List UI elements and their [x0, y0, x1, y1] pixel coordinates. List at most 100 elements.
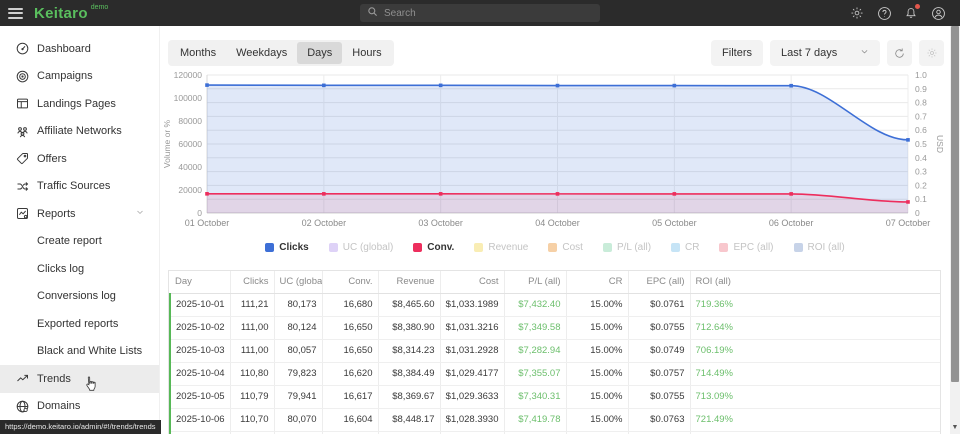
table-cell: 2025-10-03: [170, 339, 230, 362]
svg-text:100000: 100000: [174, 93, 203, 103]
sidebar-item-clicks-log[interactable]: Clicks log: [0, 255, 159, 283]
sidebar-item-label: Offers: [37, 153, 67, 165]
sidebar-item-create-report[interactable]: Create report: [0, 228, 159, 256]
sidebar-item-black-and-white-lists[interactable]: Black and White Lists: [0, 338, 159, 366]
table-cell: 110,70: [230, 408, 274, 431]
column-header-roi-all[interactable]: ROI (all): [690, 271, 940, 293]
sidebar-item-dashboard[interactable]: Dashboard: [0, 35, 159, 63]
table-row[interactable]: 2025-10-03111,0080,05716,650$8,314.23$1,…: [170, 339, 940, 362]
tab-weekdays[interactable]: Weekdays: [226, 42, 297, 64]
search-icon: [367, 4, 378, 22]
column-header-conv[interactable]: Conv.: [322, 271, 378, 293]
legend-label: P/L (all): [617, 242, 651, 253]
tab-hours[interactable]: Hours: [342, 42, 391, 64]
sidebar-item-offers[interactable]: Offers: [0, 145, 159, 173]
page-scrollbar[interactable]: ▼: [950, 26, 960, 434]
sidebar-item-campaigns[interactable]: Campaigns: [0, 63, 159, 91]
table-row[interactable]: 2025-10-04110,8079,82316,620$8,384.49$1,…: [170, 362, 940, 385]
svg-text:120000: 120000: [174, 72, 203, 80]
svg-text:60000: 60000: [178, 139, 202, 149]
table-cell: $0.0757: [628, 362, 690, 385]
sidebar-item-label: Dashboard: [37, 43, 91, 55]
legend-item-cr[interactable]: CR: [671, 242, 699, 253]
legend-item-uc-global[interactable]: UC (global): [329, 242, 394, 253]
legend-item-p-l-all[interactable]: P/L (all): [603, 242, 651, 253]
column-header-p-l-all[interactable]: P/L (all): [504, 271, 566, 293]
column-header-cr[interactable]: CR: [566, 271, 628, 293]
table-cell: $7,282.94: [504, 339, 566, 362]
user-profile-icon[interactable]: [930, 5, 946, 21]
column-header-revenue[interactable]: Revenue: [378, 271, 440, 293]
table-cell: $8,448.17: [378, 408, 440, 431]
search-input[interactable]: [384, 8, 584, 19]
trends-chart[interactable]: 00.10.20.30.40.50.60.70.80.91.001 Octobe…: [160, 72, 950, 234]
legend-item-roi-all[interactable]: ROI (all): [794, 242, 845, 253]
sidebar-item-exported-reports[interactable]: Exported reports: [0, 310, 159, 338]
legend-item-cost[interactable]: Cost: [548, 242, 583, 253]
sidebar-item-label: Trends: [37, 373, 71, 385]
affiliate-icon: [14, 123, 30, 139]
legend-label: EPC (all): [733, 242, 773, 253]
legend-item-revenue[interactable]: Revenue: [474, 242, 528, 253]
sidebar: Dashboard CampaignsLandings PagesAffiliat…: [0, 26, 160, 434]
scrollbar-down-arrow[interactable]: ▼: [950, 423, 960, 433]
column-header-uc-global[interactable]: UC (global): [274, 271, 322, 293]
table-cell: 2025-10-05: [170, 385, 230, 408]
svg-text:04 October: 04 October: [535, 218, 580, 228]
svg-text:0: 0: [915, 208, 920, 218]
app-logo: Keitaro: [34, 5, 88, 22]
table-cell: 706.19%: [690, 339, 940, 362]
sidebar-item-label: Reports: [37, 208, 76, 220]
table-cell: $0.0755: [628, 385, 690, 408]
table-cell: $8,380.90: [378, 316, 440, 339]
notifications-bell-icon[interactable]: [903, 5, 919, 21]
sidebar-item-traffic-sources[interactable]: Traffic Sources: [0, 173, 159, 201]
help-icon[interactable]: [876, 5, 892, 21]
table-cell: 80,070: [274, 408, 322, 431]
sidebar-item-reports[interactable]: Reports: [0, 200, 159, 228]
chart-settings-gear-icon[interactable]: [919, 40, 944, 66]
table-cell: $0.0763: [628, 408, 690, 431]
sidebar-item-label: Conversions log: [37, 290, 116, 302]
legend-label: Cost: [562, 242, 583, 253]
global-search[interactable]: [360, 4, 600, 22]
svg-text:0.7: 0.7: [915, 111, 927, 121]
legend-item-clicks[interactable]: Clicks: [265, 242, 308, 253]
tab-days[interactable]: Days: [297, 42, 342, 64]
column-header-day[interactable]: Day: [170, 271, 230, 293]
sidebar-item-domains[interactable]: Domains: [0, 393, 159, 421]
legend-item-epc-all[interactable]: EPC (all): [719, 242, 773, 253]
legend-swatch: [603, 243, 612, 252]
table-cell: 111,00: [230, 339, 274, 362]
refresh-button[interactable]: [887, 40, 912, 66]
date-range-select[interactable]: Last 7 days: [770, 40, 880, 66]
legend-swatch: [671, 243, 680, 252]
table-cell: $7,419.78: [504, 408, 566, 431]
scrollbar-thumb[interactable]: [951, 26, 959, 382]
column-header-cost[interactable]: Cost: [440, 271, 504, 293]
legend-label: Revenue: [488, 242, 528, 253]
svg-text:USD: USD: [935, 135, 945, 153]
column-header-epc-all[interactable]: EPC (all): [628, 271, 690, 293]
table-row[interactable]: 2025-10-01111,2180,17316,680$8,465.60$1,…: [170, 293, 940, 316]
column-header-clicks[interactable]: Clicks: [230, 271, 274, 293]
table-row[interactable]: 2025-10-06110,7080,07016,604$8,448.17$1,…: [170, 408, 940, 431]
table-cell: 713.09%: [690, 385, 940, 408]
sidebar-item-trends[interactable]: Trends: [0, 365, 159, 393]
sidebar-item-label: Create report: [37, 235, 102, 247]
table-cell: $1,029.4177: [440, 362, 504, 385]
settings-gear-icon[interactable]: [849, 5, 865, 21]
tab-months[interactable]: Months: [170, 42, 226, 64]
filters-button[interactable]: Filters: [711, 40, 763, 66]
table-row[interactable]: 2025-10-05110,7979,94116,617$8,369.67$1,…: [170, 385, 940, 408]
svg-text:0.5: 0.5: [915, 139, 927, 149]
sidebar-item-landings-pages[interactable]: Landings Pages: [0, 90, 159, 118]
table-cell: 111,21: [230, 293, 274, 316]
topbar: Keitaro demo: [0, 0, 960, 26]
legend-item-conv[interactable]: Conv.: [413, 242, 454, 253]
sidebar-item-label: Exported reports: [37, 318, 118, 330]
hamburger-menu-icon[interactable]: [0, 0, 30, 26]
sidebar-item-affiliate-networks[interactable]: Affiliate Networks: [0, 118, 159, 146]
sidebar-item-conversions-log[interactable]: Conversions log: [0, 283, 159, 311]
table-row[interactable]: 2025-10-02111,0080,12416,650$8,380.90$1,…: [170, 316, 940, 339]
